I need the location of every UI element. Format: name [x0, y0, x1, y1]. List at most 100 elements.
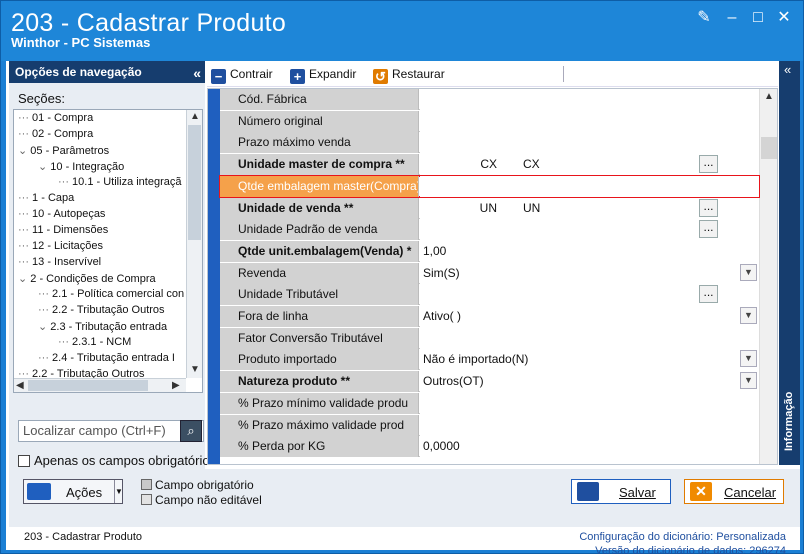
- tree-horizontal-scrollbar[interactable]: ◀ ▶: [14, 378, 186, 392]
- field-value-input[interactable]: UN... UN: [420, 197, 759, 219]
- chevron-down-icon[interactable]: ▼: [740, 350, 757, 368]
- expand-button[interactable]: + Expandir: [290, 65, 356, 84]
- scroll-up-icon[interactable]: ▲: [190, 111, 200, 122]
- client-area: Opções de navegação « Seções: ··· 01 - C…: [6, 61, 800, 554]
- field-value-input[interactable]: CX... CX: [420, 154, 759, 176]
- field-value-input[interactable]: ...: [420, 219, 759, 241]
- field-value-input[interactable]: Não é importado(N) ▼: [420, 349, 759, 371]
- tree-item[interactable]: ··· 2.4 - Tributação entrada I: [38, 352, 175, 364]
- chevron-down-icon[interactable]: ▼: [740, 263, 757, 281]
- tree-vertical-scrollbar[interactable]: ▲ ▼: [186, 110, 202, 378]
- expand-right-icon[interactable]: «: [784, 62, 791, 77]
- save-button[interactable]: Salvar: [571, 479, 671, 504]
- chevron-down-icon[interactable]: ▼: [740, 372, 757, 390]
- field-label: % Prazo mínimo validade produ: [220, 392, 419, 414]
- field-value-input[interactable]: [420, 392, 759, 414]
- tree-item[interactable]: ··· 2.2 - Tributação Outros: [38, 304, 165, 316]
- actions-button[interactable]: Ações ▼: [23, 479, 123, 504]
- scroll-left-icon[interactable]: ◀: [16, 380, 24, 391]
- tree-item[interactable]: ⌄ 2.3 - Tributação entrada: [38, 320, 167, 333]
- search-icon[interactable]: ⌕: [180, 420, 202, 442]
- tree-connector-icon: ···: [58, 336, 73, 348]
- tree-item[interactable]: ··· 12 - Licitações: [18, 240, 103, 252]
- scroll-thumb[interactable]: [761, 137, 777, 159]
- tree-connector-icon: ···: [18, 192, 33, 204]
- field-label: % Prazo máximo validade prod: [220, 414, 419, 436]
- tree-item[interactable]: ⌄ 10 - Integração: [38, 160, 124, 173]
- scroll-thumb[interactable]: [188, 125, 201, 240]
- grid-category-bar: [208, 89, 220, 464]
- field-description: CX: [523, 157, 540, 172]
- tree-item[interactable]: ··· 10 - Autopeças: [18, 208, 105, 220]
- tree-item-label: 2.2 - Tributação Outros: [52, 304, 165, 316]
- field-value-input[interactable]: [420, 132, 759, 154]
- field-label: Unidade de venda **: [220, 197, 419, 219]
- scroll-right-icon[interactable]: ▶: [172, 380, 180, 391]
- tree-item[interactable]: ··· 1 - Capa: [18, 192, 74, 204]
- chevron-down-icon[interactable]: ⌄: [18, 145, 30, 157]
- minimize-icon[interactable]: –: [723, 9, 741, 27]
- chevron-down-icon[interactable]: ⌄: [18, 273, 30, 285]
- field-row: Fora de linha Ativo( ) ▼: [220, 306, 759, 327]
- collapse-left-icon[interactable]: «: [193, 62, 201, 84]
- field-row: Unidade de venda ** UN... UN: [220, 197, 759, 219]
- maximize-icon[interactable]: □: [749, 9, 767, 27]
- field-value-input[interactable]: [420, 327, 759, 349]
- chevron-down-icon[interactable]: ⌄: [38, 161, 50, 173]
- tree-item-label: 2 - Condições de Compra: [30, 273, 156, 285]
- tree-item[interactable]: ⌄ 2 - Condições de Compra: [18, 272, 156, 285]
- field-value-input[interactable]: 0,0000: [420, 436, 759, 458]
- field-value-input[interactable]: [420, 89, 759, 110]
- field-value-input[interactable]: [420, 414, 759, 436]
- only-required-checkbox[interactable]: Apenas os campos obrigatório: [18, 453, 210, 468]
- chevron-down-icon[interactable]: ⌄: [38, 321, 50, 333]
- restore-button[interactable]: ↺ Restaurar: [373, 65, 445, 84]
- field-value-input[interactable]: ...: [420, 284, 759, 306]
- scroll-down-icon[interactable]: ▼: [190, 364, 200, 375]
- field-value-input[interactable]: Outros(OT) ▼: [420, 371, 759, 393]
- find-field-input[interactable]: Localizar campo (Ctrl+F): [18, 420, 204, 442]
- lookup-button[interactable]: ...: [699, 285, 718, 304]
- edit-icon[interactable]: ✎: [695, 9, 713, 27]
- tree-item[interactable]: ··· 2.3.1 - NCM: [58, 336, 131, 348]
- only-required-label: Apenas os campos obrigatório: [34, 453, 210, 468]
- lookup-button[interactable]: ...: [699, 198, 718, 217]
- properties-grid: Cód. Fábrica Número original Prazo máximo …: [207, 88, 778, 465]
- tree-item[interactable]: ··· 11 - Dimensões: [18, 224, 108, 236]
- grid-vertical-scrollbar[interactable]: ▲: [759, 89, 777, 464]
- cancel-label: Cancelar: [724, 485, 777, 500]
- action-bar: Ações ▼ Campo obrigatório Campo não edit…: [9, 469, 800, 527]
- lookup-button[interactable]: ...: [699, 155, 718, 174]
- dropdown-arrow-icon[interactable]: ▼: [114, 480, 123, 503]
- scroll-up-icon[interactable]: ▲: [764, 91, 774, 102]
- lookup-button[interactable]: ...: [699, 220, 718, 239]
- tree-item[interactable]: ··· 02 - Compra: [18, 128, 93, 140]
- collapse-button[interactable]: − Contrair: [211, 65, 273, 84]
- field-label: Unidade master de compra **: [220, 154, 419, 176]
- tree-item[interactable]: ··· 13 - Inservível: [18, 256, 101, 268]
- scroll-thumb-horizontal[interactable]: [28, 380, 148, 391]
- window-subtitle: Winthor - PC Sistemas: [11, 35, 151, 50]
- cancel-button[interactable]: ✕ Cancelar: [684, 479, 784, 504]
- chevron-down-icon[interactable]: ▼: [740, 307, 757, 324]
- tree-item[interactable]: ··· 2.1 - Política comercial con: [38, 288, 184, 300]
- tree-item-label: 11 - Dimensões: [32, 224, 109, 236]
- tree-item[interactable]: ··· 10.1 - Utiliza integraçã: [58, 176, 182, 188]
- checkbox-box[interactable]: [18, 455, 30, 467]
- field-value-input[interactable]: [420, 110, 759, 132]
- tree-item[interactable]: ··· 01 - Compra: [18, 112, 93, 124]
- field-value-input[interactable]: Ativo( ) ▼: [420, 306, 759, 327]
- field-row: % Prazo mínimo validade produ: [220, 392, 759, 414]
- field-label: Unidade Tributável: [220, 284, 419, 306]
- close-icon[interactable]: ✕: [775, 9, 793, 27]
- field-row: Unidade Tributável...: [220, 284, 759, 306]
- field-value-input[interactable]: [420, 175, 759, 197]
- field-value-input[interactable]: Sim(S) ▼: [420, 262, 759, 284]
- collapse-label: Contrair: [230, 67, 273, 81]
- information-panel-tab[interactable]: « Informação: [779, 61, 800, 465]
- field-row: Cód. Fábrica: [220, 89, 759, 110]
- tree-item[interactable]: ⌄ 05 - Parâmetros: [18, 144, 109, 157]
- field-value-input[interactable]: 1,00: [420, 240, 759, 262]
- sections-tree[interactable]: ··· 01 - Compra ··· 02 - Compra ⌄ 05 - Par…: [13, 109, 203, 393]
- tree-connector-icon: ···: [38, 304, 53, 316]
